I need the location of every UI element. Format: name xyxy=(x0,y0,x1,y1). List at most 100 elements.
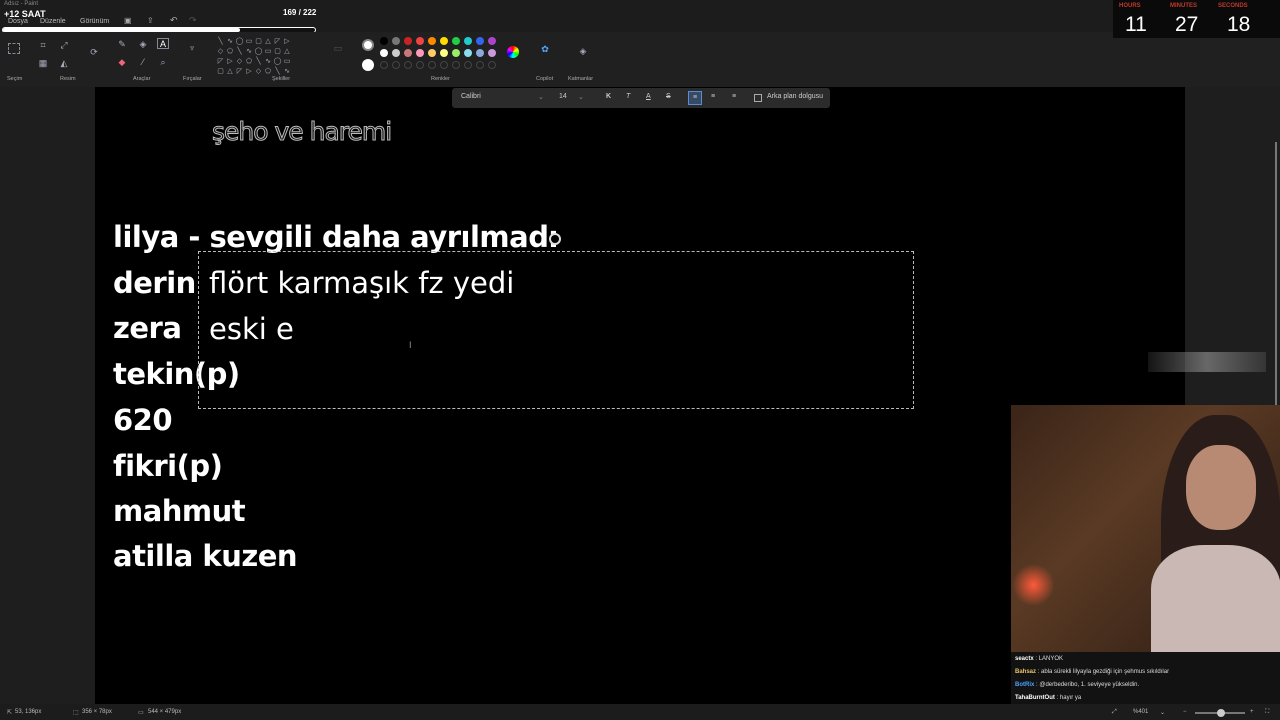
shapes-gallery[interactable]: ╲ ∿ ◯ ▭ ▢ △ ◸ ▷ ◇ ⬠ ╲ ∿ ◯ ▭ ▢ △ ◸ ▷ ◇ ⬠ ╲ ∿ ◯ ▭ ▢ △ ◸ ▷ ◇ ⬠ ╲ ∿ xyxy=(216,37,296,75)
rotate-icon[interactable]: ⟳ xyxy=(88,47,100,58)
shape-option-icon[interactable]: ▢ xyxy=(254,37,263,46)
chevron-down-icon[interactable]: ⌄ xyxy=(578,93,584,101)
shape-option-icon[interactable]: △ xyxy=(264,37,273,46)
select-icon[interactable] xyxy=(8,43,20,54)
rotate-handle-icon[interactable] xyxy=(549,233,561,245)
pencil-icon[interactable]: ✎ xyxy=(116,39,128,50)
shape-option-icon[interactable]: ◯ xyxy=(254,47,263,56)
text-input-box[interactable]: flört karmaşık fz yedi eski e I xyxy=(198,251,914,409)
shape-option-icon[interactable]: ∿ xyxy=(264,57,273,66)
textbox-line[interactable]: flört karmaşık fz yedi xyxy=(209,266,515,300)
underline-button[interactable]: A xyxy=(646,93,651,100)
color-1-swatch[interactable] xyxy=(362,39,374,51)
menu-edit[interactable]: Düzenle xyxy=(40,18,66,25)
shape-option-icon[interactable]: ◸ xyxy=(273,37,282,46)
shape-option-icon[interactable]: ╲ xyxy=(235,47,244,56)
color-picker-icon[interactable]: ⁄ xyxy=(137,57,149,68)
shape-option-icon[interactable]: ⬠ xyxy=(264,67,273,76)
shape-option-icon[interactable]: ▭ xyxy=(264,47,273,56)
color-swatch[interactable] xyxy=(476,61,484,69)
shape-option-icon[interactable]: ∿ xyxy=(283,67,292,76)
color-swatch[interactable] xyxy=(380,61,388,69)
shape-option-icon[interactable]: ▭ xyxy=(283,57,292,66)
color-swatch[interactable] xyxy=(488,37,496,45)
color-swatch[interactable] xyxy=(428,37,436,45)
shape-option-icon[interactable]: ▷ xyxy=(245,67,254,76)
color-swatch[interactable] xyxy=(404,61,412,69)
font-size-dropdown[interactable]: 14 xyxy=(559,93,567,100)
align-center-icon[interactable]: ≡ xyxy=(711,93,715,100)
shape-option-icon[interactable]: ╲ xyxy=(254,57,263,66)
shape-option-icon[interactable]: ▢ xyxy=(273,47,282,56)
shape-option-icon[interactable]: ◇ xyxy=(216,47,225,56)
color-swatch[interactable] xyxy=(452,49,460,57)
shape-option-icon[interactable]: △ xyxy=(283,47,292,56)
crop-icon[interactable]: ⌗ xyxy=(37,40,49,51)
eraser-icon[interactable]: ◆ xyxy=(116,57,128,68)
color-2-swatch[interactable] xyxy=(362,59,374,71)
color-swatch[interactable] xyxy=(452,61,460,69)
color-swatch[interactable] xyxy=(464,37,472,45)
chevron-down-icon[interactable]: ⌄ xyxy=(1160,709,1165,716)
bold-button[interactable]: K xyxy=(606,93,611,100)
color-swatch[interactable] xyxy=(464,61,472,69)
zoom-in-icon[interactable]: + xyxy=(1250,709,1254,715)
color-swatch[interactable] xyxy=(440,49,448,57)
color-swatch[interactable] xyxy=(488,49,496,57)
color-swatch[interactable] xyxy=(392,61,400,69)
italic-button[interactable]: T xyxy=(626,93,630,100)
shape-option-icon[interactable]: ╲ xyxy=(216,37,225,46)
chevron-down-icon[interactable]: ⌄ xyxy=(538,93,544,101)
color-swatch[interactable] xyxy=(440,61,448,69)
color-palette[interactable] xyxy=(380,37,500,73)
shape-option-icon[interactable]: ▷ xyxy=(226,57,235,66)
color-swatch[interactable] xyxy=(476,49,484,57)
save-icon[interactable]: ▣ xyxy=(124,16,132,25)
shape-option-icon[interactable]: ⬠ xyxy=(226,47,235,56)
brush-icon[interactable]: ♆ xyxy=(186,43,198,54)
color-swatch[interactable] xyxy=(464,49,472,57)
fit-window-icon[interactable]: ⤢ xyxy=(1112,709,1117,716)
shape-option-icon[interactable]: ◸ xyxy=(235,67,244,76)
shape-option-icon[interactable]: ▷ xyxy=(283,37,292,46)
zoom-slider[interactable] xyxy=(1195,709,1245,717)
align-left-icon[interactable]: ≡ xyxy=(688,91,702,105)
zoom-out-icon[interactable]: − xyxy=(1183,709,1187,715)
shape-option-icon[interactable]: ◇ xyxy=(235,57,244,66)
copilot-icon[interactable]: ✿ xyxy=(539,44,551,55)
shape-option-icon[interactable]: ╲ xyxy=(273,67,282,76)
color-swatch[interactable] xyxy=(392,37,400,45)
color-swatch[interactable] xyxy=(380,49,388,57)
zoom-level[interactable]: %401 xyxy=(1133,709,1148,715)
shape-option-icon[interactable]: ◯ xyxy=(235,37,244,46)
share-icon[interactable]: ⇪ xyxy=(147,16,154,25)
color-swatch[interactable] xyxy=(380,37,388,45)
color-swatch[interactable] xyxy=(428,49,436,57)
shape-option-icon[interactable]: ∿ xyxy=(226,37,235,46)
shape-option-icon[interactable]: ◯ xyxy=(273,57,282,66)
shape-option-icon[interactable]: △ xyxy=(226,67,235,76)
color-swatch[interactable] xyxy=(416,49,424,57)
fullscreen-icon[interactable]: ⛶ xyxy=(1265,709,1269,716)
color-swatch[interactable] xyxy=(428,61,436,69)
menu-view[interactable]: Görünüm xyxy=(80,18,109,25)
layers-icon[interactable]: ◈ xyxy=(577,46,589,57)
color-swatch[interactable] xyxy=(488,61,496,69)
zoom-slider-thumb[interactable] xyxy=(1217,709,1225,717)
fill-icon[interactable]: ◈ xyxy=(137,39,149,50)
color-swatch[interactable] xyxy=(392,49,400,57)
background-fill-checkbox[interactable] xyxy=(754,94,762,102)
resize-icon[interactable]: ⤢ xyxy=(58,40,70,51)
edit-colors-icon[interactable] xyxy=(507,46,519,58)
redo-icon[interactable]: ↷ xyxy=(189,15,197,26)
color-swatch[interactable] xyxy=(404,49,412,57)
color-swatch[interactable] xyxy=(416,37,424,45)
color-swatch[interactable] xyxy=(476,37,484,45)
menu-file[interactable]: Dosya xyxy=(8,18,28,25)
shape-outline-icon[interactable]: ▭ xyxy=(332,43,344,54)
flip-icon[interactable]: ◭ xyxy=(58,58,70,69)
text-tool-icon[interactable]: A xyxy=(157,38,169,49)
shape-option-icon[interactable]: ◸ xyxy=(216,57,225,66)
shape-option-icon[interactable]: ◇ xyxy=(254,67,263,76)
font-family-dropdown[interactable]: Calibri xyxy=(461,93,481,100)
